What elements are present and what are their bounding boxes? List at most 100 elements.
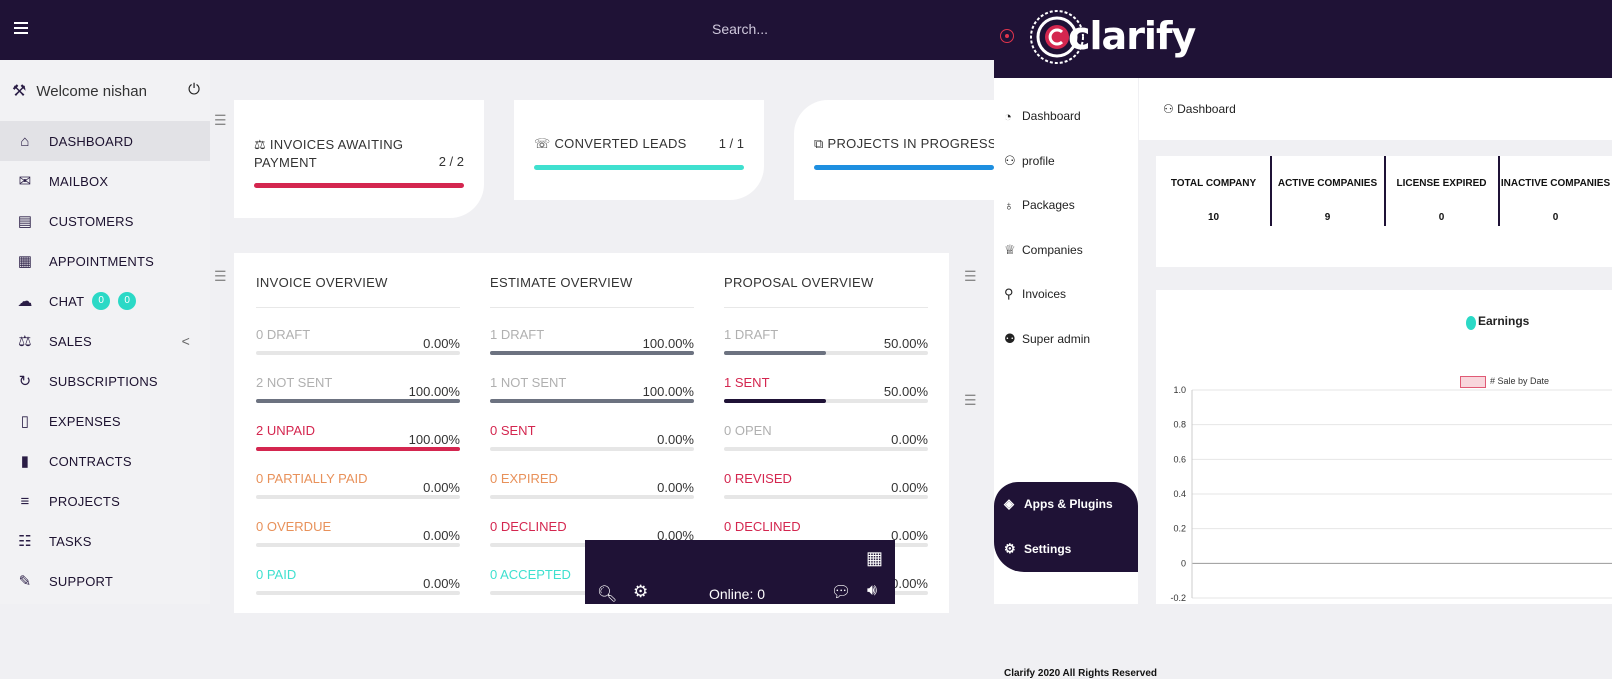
status-row[interactable]: 1 NOT SENT 100.00% — [490, 375, 694, 423]
status-row[interactable]: 2 UNPAID 100.00% — [256, 423, 460, 471]
overlay-menu-apps-plugins[interactable]: ◈ Apps & Plugins — [1004, 494, 1113, 514]
status-row[interactable]: 1 SENT 50.00% — [724, 375, 928, 423]
status-row[interactable]: 0 PAID 0.00% — [256, 567, 460, 615]
stat-value: 9 — [1324, 212, 1331, 223]
status-label: 0 OVERDUE — [256, 519, 332, 534]
status-row[interactable]: 0 SENT 0.00% — [490, 423, 694, 471]
overlay-menu-settings[interactable]: ⚙ Settings — [1004, 539, 1071, 559]
overlay-menu-super-admin[interactable]: ⚉ Super admin — [1004, 329, 1090, 349]
cubes-icon: ⧉ — [814, 136, 824, 151]
progress-fill — [724, 399, 826, 403]
sidebar-item-support[interactable]: ✎ SUPPORT — [0, 561, 210, 601]
sidebar-item-customers[interactable]: ▤ CUSTOMERS — [0, 201, 210, 241]
overlay-menu-dashboard[interactable]: ◔ Dashboard — [1004, 106, 1081, 126]
sidebar-item-expenses[interactable]: ▯ EXPENSES — [0, 401, 210, 441]
drag-handle-icon[interactable]: ☰ — [214, 112, 227, 129]
breadcrumb: ⚇ Dashboard — [1139, 78, 1612, 140]
status-label: 0 DECLINED — [490, 519, 567, 534]
overlay-menu-label: Dashboard — [1022, 109, 1081, 123]
user-plus-icon: ⚇ — [1004, 152, 1016, 168]
sidebar-item-label: DASHBOARD — [49, 133, 134, 149]
card-title: PROJECTS IN PROGRESS — [827, 136, 997, 151]
status-percent: 100.00% — [642, 336, 694, 351]
status-row[interactable]: 2 NOT SENT 100.00% — [256, 375, 460, 423]
sidebar-item-sales[interactable]: ⚖ SALES < — [0, 321, 210, 361]
sidebar-item-dashboard[interactable]: ⌂ DASHBOARD — [0, 121, 210, 161]
sidebar-item-label: SUPPORT — [49, 573, 114, 589]
trophy-icon: ♕ — [1004, 241, 1016, 257]
search-input[interactable] — [660, 12, 820, 46]
sidebar-item-chat[interactable]: ☁ CHAT 0 0 — [0, 281, 210, 321]
stat-block: TOTAL COMPANY 10 — [1156, 156, 1271, 267]
y-tick-label: 0 — [1181, 558, 1186, 568]
status-row[interactable]: 1 DRAFT 50.00% — [724, 327, 928, 375]
status-row[interactable]: 0 OVERDUE 0.00% — [256, 519, 460, 567]
overlay-menu-label: Super admin — [1022, 332, 1091, 346]
chevron-left-icon[interactable]: < — [182, 333, 190, 349]
overlay-menu-packages[interactable]: ♁ Packages — [1004, 195, 1075, 215]
progress-track — [724, 351, 928, 355]
hamburger-menu-icon[interactable] — [14, 22, 28, 34]
sidebar-item-subscriptions[interactable]: ↻ SUBSCRIPTIONS — [0, 361, 210, 401]
search-icon[interactable]: 🔍︎ — [597, 584, 617, 604]
comments-icon[interactable]: 💬︎ — [831, 582, 851, 602]
sidebar-item-projects[interactable]: ≡ PROJECTS — [0, 481, 210, 521]
overlay-menu-profile[interactable]: ⚇ profile — [1004, 151, 1055, 171]
overlay-menu-label: Invoices — [1022, 287, 1067, 302]
sidebar-item-label: CONTRACTS — [49, 453, 132, 469]
lightbulb-icon: ♁ — [1004, 197, 1014, 213]
sidebar-item-appointments[interactable]: ▦ APPOINTMENTS — [0, 241, 210, 281]
gear-icon[interactable]: ⚙ — [633, 582, 648, 602]
overlay-menu-companies[interactable]: ♕ Companies — [1004, 240, 1083, 260]
power-icon[interactable]: ⏻ — [188, 81, 200, 98]
status-row[interactable]: 1 DRAFT 100.00% — [490, 327, 694, 375]
sidebar-item-mailbox[interactable]: ✉ MAILBOX — [0, 161, 210, 201]
status-label: 0 DRAFT — [256, 327, 311, 342]
status-percent: 100.00% — [408, 384, 460, 399]
status-row[interactable]: 0 PARTIALLY PAID 0.00% — [256, 471, 460, 519]
balance-scale-icon: ⚖ — [254, 137, 266, 152]
mail-icon: ✉ — [18, 173, 32, 190]
status-row[interactable]: 0 EXPIRED 0.00% — [490, 471, 694, 519]
sidebar-item-tasks[interactable]: ☷ TASKS — [0, 521, 210, 561]
drag-handle-icon[interactable]: ☰ — [964, 268, 977, 285]
progress-track — [724, 495, 928, 499]
invoices-awaiting-card: ⚖ INVOICES AWAITING PAYMENT 2 / 2 — [234, 100, 484, 218]
card-progress-bar — [254, 183, 464, 188]
y-tick-label: 0.6 — [1173, 454, 1186, 464]
card-progress-bar — [814, 165, 994, 170]
progress-track — [490, 495, 694, 499]
grid-icon[interactable]: ▦ — [866, 548, 883, 569]
progress-fill — [256, 399, 460, 403]
status-percent: 0.00% — [891, 576, 928, 591]
chat-badge: 0 — [118, 292, 137, 310]
overlay-menu-invoices[interactable]: ⚲ Invoices — [1004, 284, 1066, 304]
users-icon: ⚉ — [1004, 331, 1016, 346]
overlay-menu-label: Companies — [1022, 242, 1083, 257]
card-count: 2 / 2 — [438, 154, 464, 169]
sidebar-item-contracts[interactable]: ▮ CONTRACTS — [0, 441, 210, 481]
earnings-chart: Earnings # Sale by Date 1.0 0.8 0.6 0.4 0.2 0… — [1156, 290, 1612, 604]
status-percent: 0.00% — [423, 336, 460, 351]
copyright: Clarify 2020 All Rights Reserved — [1004, 668, 1158, 679]
stat-block: INACTIVE COMPANIES 0 — [1498, 156, 1612, 267]
clarify-admin-overlay: clarify ◔ Dashboard ⚇ profile ♁ Packages ♕ Comp… — [994, 0, 1612, 679]
card-count: 1 / 1 — [718, 136, 744, 151]
online-count: Online: 0 — [709, 586, 766, 602]
invoice-icon: ⚲ — [1004, 286, 1014, 302]
status-label: 2 UNPAID — [256, 423, 315, 438]
progress-fill — [490, 399, 694, 403]
settings-icon: ⚙ — [1004, 541, 1016, 556]
status-percent: 100.00% — [642, 384, 694, 399]
overlay-menu-label: Settings — [1024, 542, 1072, 556]
card-progress-bar — [534, 165, 744, 170]
status-row[interactable]: 0 REVISED 0.00% — [724, 471, 928, 519]
welcome-block: ⚒ Welcome nishan ⏻ — [12, 78, 202, 104]
volume-icon[interactable]: 🔊︎ — [867, 582, 877, 600]
drag-handle-icon[interactable]: ☰ — [214, 268, 227, 285]
drag-handle-icon[interactable]: ☰ — [964, 392, 977, 409]
status-row[interactable]: 0 OPEN 0.00% — [724, 423, 928, 471]
record-icon[interactable] — [1000, 29, 1014, 43]
list-icon: ≡ — [20, 492, 30, 510]
status-row[interactable]: 0 DRAFT 0.00% — [256, 327, 460, 375]
